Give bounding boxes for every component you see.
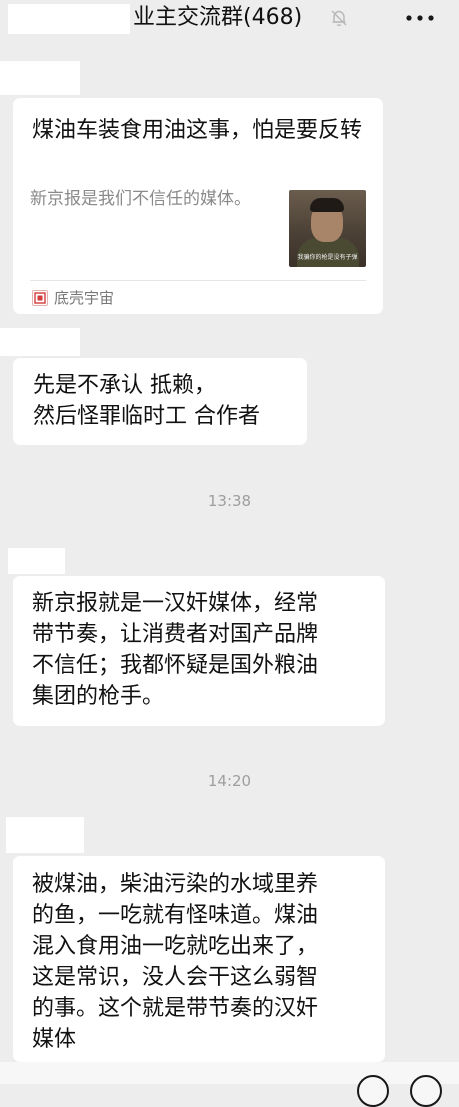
app-logo-icon <box>32 290 48 306</box>
redacted-sender-name <box>8 548 65 574</box>
group-title[interactable]: 业主交流群(468) <box>133 4 302 32</box>
link-card-description: 新京报是我们不信任的媒体。 <box>30 189 251 209</box>
input-bar <box>0 1062 459 1084</box>
thumbnail-figure-hair <box>310 198 344 212</box>
message-text: 先是不承认 抵赖， 然后怪罪临时工 合作者 <box>33 373 260 429</box>
redacted-sender-name <box>0 328 80 356</box>
bell-off-icon <box>331 10 347 27</box>
thumbnail-caption: 我骗你的枪是没有子弹 <box>297 254 358 261</box>
message-text: 新京报就是一汉奸媒体，经常 带节奏，让消费者对国产品牌 不信任；我都怀疑是国外粮… <box>32 591 319 709</box>
link-card-source: 底壳宇宙 <box>54 289 115 307</box>
redacted-back-area <box>8 4 130 34</box>
link-card-title: 煤油车装食用油这事，怕是要反转 <box>32 118 363 143</box>
timestamp: 14:20 <box>207 772 252 790</box>
plus-icon[interactable] <box>410 1075 442 1107</box>
link-card-thumbnail: 我骗你的枪是没有子弹 <box>289 190 366 267</box>
timestamp: 13:38 <box>207 492 252 510</box>
message-text: 被煤油，柴油污染的水域里养 的鱼，一吃就有怪味道。煤油 混入食用油一吃就吃出来了… <box>32 872 319 1052</box>
more-dots-icon[interactable] <box>403 8 437 28</box>
thumbnail-figure-body <box>297 238 359 267</box>
link-card-divider <box>30 280 366 281</box>
chat-header: 业主交流群(468) <box>0 0 459 40</box>
emoji-icon[interactable] <box>357 1075 389 1107</box>
redacted-sender-name <box>6 817 84 853</box>
redacted-sender-name <box>0 61 80 95</box>
